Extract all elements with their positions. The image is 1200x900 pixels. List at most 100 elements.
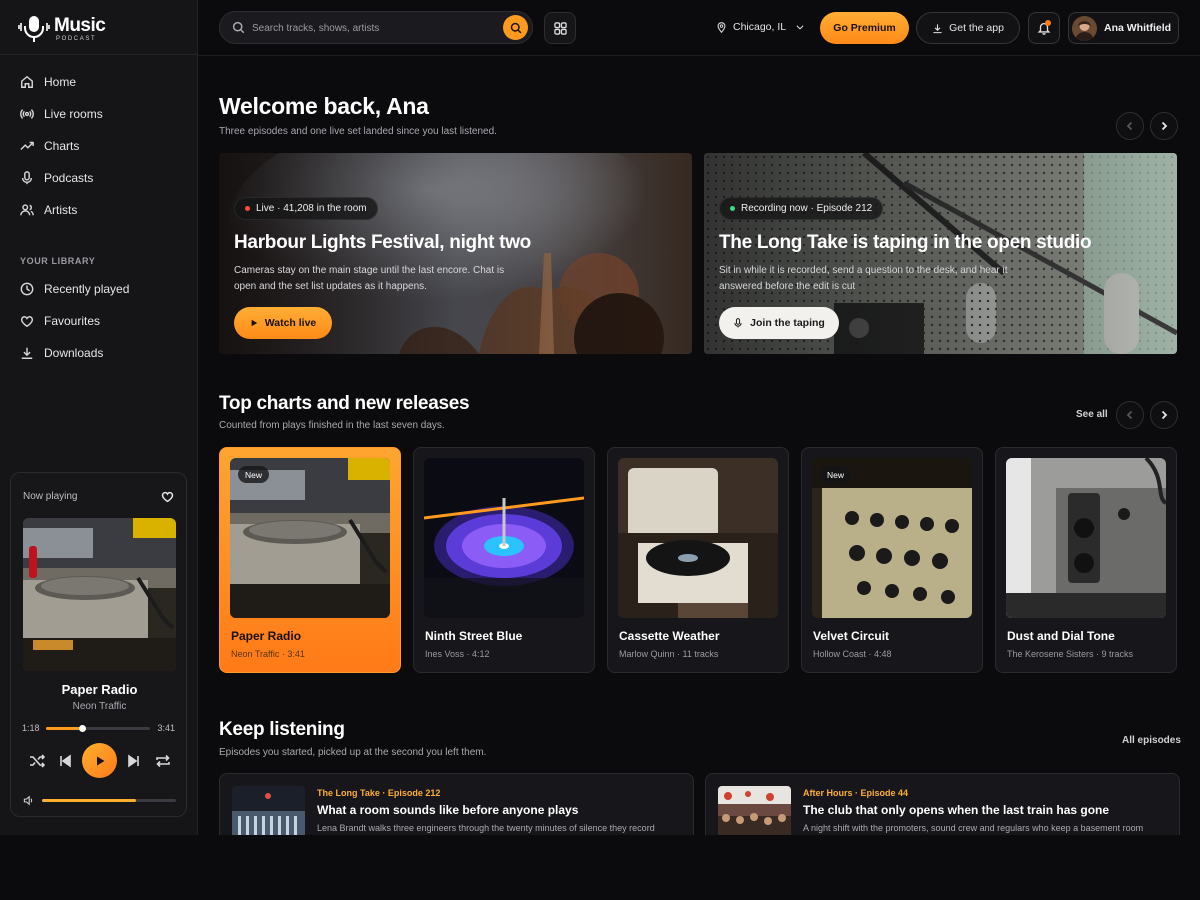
nav-item-artists[interactable]: Artists — [20, 194, 190, 226]
card-meta: Neon Traffic · 3:41 — [231, 649, 305, 659]
card-artwork: New — [812, 458, 972, 618]
card-meta: Ines Voss · 4:12 — [425, 649, 490, 659]
hero-card-live[interactable]: Live · 41,208 in the room Harbour Lights… — [219, 153, 692, 354]
recording-status-pill: Recording now · Episode 212 — [719, 197, 884, 220]
location-selector[interactable]: Chicago, IL — [716, 21, 805, 33]
playback-controls — [11, 743, 188, 779]
volume-slider[interactable] — [42, 799, 176, 802]
chart-card[interactable]: Ninth Street Blue Ines Voss · 4:12 — [413, 447, 595, 673]
nav-item-charts[interactable]: Charts — [20, 130, 190, 162]
sidebar-divider — [0, 54, 198, 55]
home-icon — [21, 75, 33, 88]
card-title: Dust and Dial Tone — [1007, 629, 1115, 643]
record-player-artwork-image — [618, 458, 778, 618]
join-taping-button[interactable]: Join the taping — [719, 307, 839, 339]
mic-icon — [734, 318, 742, 328]
episode-description: A night shift with the promoters, sound … — [803, 823, 1144, 833]
episode-title: What a room sounds like before anyone pl… — [317, 803, 579, 817]
welcome-title: Welcome back, Ana — [219, 93, 429, 119]
hero-description: Sit in while it is recorded, send a ques… — [719, 265, 1008, 292]
join-taping-label: Join the taping — [750, 317, 825, 329]
notification-dot — [1045, 20, 1051, 26]
nav-item-label: Charts — [44, 139, 80, 153]
nav-item-label: Downloads — [44, 346, 104, 360]
keep-listening-title: Keep listening — [219, 719, 345, 740]
charts-prev-button[interactable] — [1116, 401, 1144, 429]
logo[interactable]: Music PODCAST — [18, 14, 106, 44]
repeat-icon[interactable] — [155, 753, 171, 769]
hero-title: The Long Take is taping in the open stud… — [719, 232, 1092, 253]
neon-record-artwork-image — [424, 458, 584, 618]
search-input[interactable] — [252, 20, 492, 36]
nav-item-home[interactable]: Home — [20, 66, 190, 98]
chevron-right-icon — [1161, 410, 1168, 420]
see-all-link[interactable]: See all — [1076, 409, 1108, 420]
card-title: Velvet Circuit — [813, 629, 890, 643]
sidebar: Music PODCAST Home Live rooms Charts Pod… — [0, 0, 198, 835]
location-pin-icon — [717, 21, 726, 33]
chart-card[interactable]: New Paper Radio Neon Traffic · 3:41 — [219, 447, 401, 673]
chart-card[interactable]: Cassette Weather Marlow Quinn · 11 track… — [607, 447, 789, 673]
library-heading: YOUR LIBRARY — [20, 256, 96, 266]
chevron-down-icon — [796, 25, 804, 30]
get-app-button[interactable]: Get the app — [916, 12, 1020, 44]
brand-name: Music — [54, 15, 106, 36]
notifications-button[interactable] — [1028, 12, 1060, 44]
previous-icon[interactable] — [57, 753, 73, 769]
progress-knob[interactable] — [79, 725, 87, 732]
search-submit-button[interactable] — [503, 15, 528, 40]
user-name: Ana Whitfield — [1104, 22, 1172, 34]
user-menu[interactable]: Ana Whitfield — [1068, 12, 1179, 44]
brand-tagline: PODCAST — [56, 36, 97, 42]
card-meta: Hollow Coast · 4:48 — [813, 649, 892, 659]
episode-card[interactable]: The Long Take · Episode 212 What a room … — [219, 773, 694, 835]
nav-item-downloads[interactable]: Downloads — [20, 337, 190, 369]
new-badge: New — [820, 466, 852, 483]
go-premium-button[interactable]: Go Premium — [820, 12, 909, 44]
charts-next-button[interactable] — [1150, 401, 1178, 429]
next-icon[interactable] — [126, 753, 142, 769]
turntable-artwork-image — [23, 518, 176, 671]
card-meta: The Kerosene Sisters · 9 tracks — [1007, 649, 1134, 659]
episode-title: The club that only opens when the last t… — [803, 803, 1110, 817]
nav-item-live-rooms[interactable]: Live rooms — [20, 98, 190, 130]
nav-item-podcasts[interactable]: Podcasts — [20, 162, 190, 194]
play-icon — [96, 756, 104, 765]
nav-item-recently-played[interactable]: Recently played — [20, 273, 190, 305]
hero-next-button[interactable] — [1150, 112, 1178, 140]
library-nav: Recently played Favourites Downloads — [20, 273, 190, 369]
recording-status-text: Recording now · Episode 212 — [741, 203, 873, 214]
play-button[interactable] — [82, 743, 117, 778]
tape-deck-artwork-image — [1006, 458, 1166, 618]
nav-item-label: Podcasts — [44, 171, 94, 185]
chart-card[interactable]: Dust and Dial Tone The Kerosene Sisters … — [995, 447, 1177, 673]
now-playing-artwork — [23, 518, 176, 671]
app-window: Music PODCAST Home Live rooms Charts Pod… — [0, 0, 1200, 835]
all-episodes-link[interactable]: All episodes — [1122, 735, 1181, 746]
heart-icon[interactable] — [161, 490, 174, 503]
chart-card[interactable]: New Velvet Circuit Hollow Coast · 4:48 — [801, 447, 983, 673]
welcome-subtitle: Three episodes and one live set landed s… — [219, 126, 497, 137]
download-icon — [933, 23, 942, 33]
charts-subtitle: Counted from plays finished in the last … — [219, 420, 445, 431]
episode-card[interactable]: After Hours · Episode 44 The club that o… — [705, 773, 1180, 835]
progress-bar[interactable] — [46, 725, 150, 732]
shuffle-icon[interactable] — [29, 753, 45, 769]
card-meta: Marlow Quinn · 11 tracks — [619, 649, 719, 659]
live-status-text: Live · 41,208 in the room — [256, 203, 367, 214]
nav-item-label: Home — [44, 75, 77, 89]
episode-artwork — [232, 786, 305, 835]
mic-icon — [21, 171, 33, 185]
club-crowd-image — [718, 786, 791, 835]
nav-item-label: Recently played — [44, 282, 130, 296]
episode-artwork — [718, 786, 791, 835]
hero-prev-button[interactable] — [1116, 112, 1144, 140]
apps-grid-button[interactable] — [544, 12, 576, 44]
hero-card-recording[interactable]: Recording now · Episode 212 The Long Tak… — [704, 153, 1177, 354]
card-title: Cassette Weather — [619, 629, 720, 643]
card-title: Paper Radio — [231, 629, 302, 643]
watch-live-button[interactable]: Watch live — [234, 307, 332, 339]
volume-icon[interactable] — [23, 795, 34, 806]
nav-item-label: Artists — [44, 203, 78, 217]
nav-item-favourites[interactable]: Favourites — [20, 305, 190, 337]
